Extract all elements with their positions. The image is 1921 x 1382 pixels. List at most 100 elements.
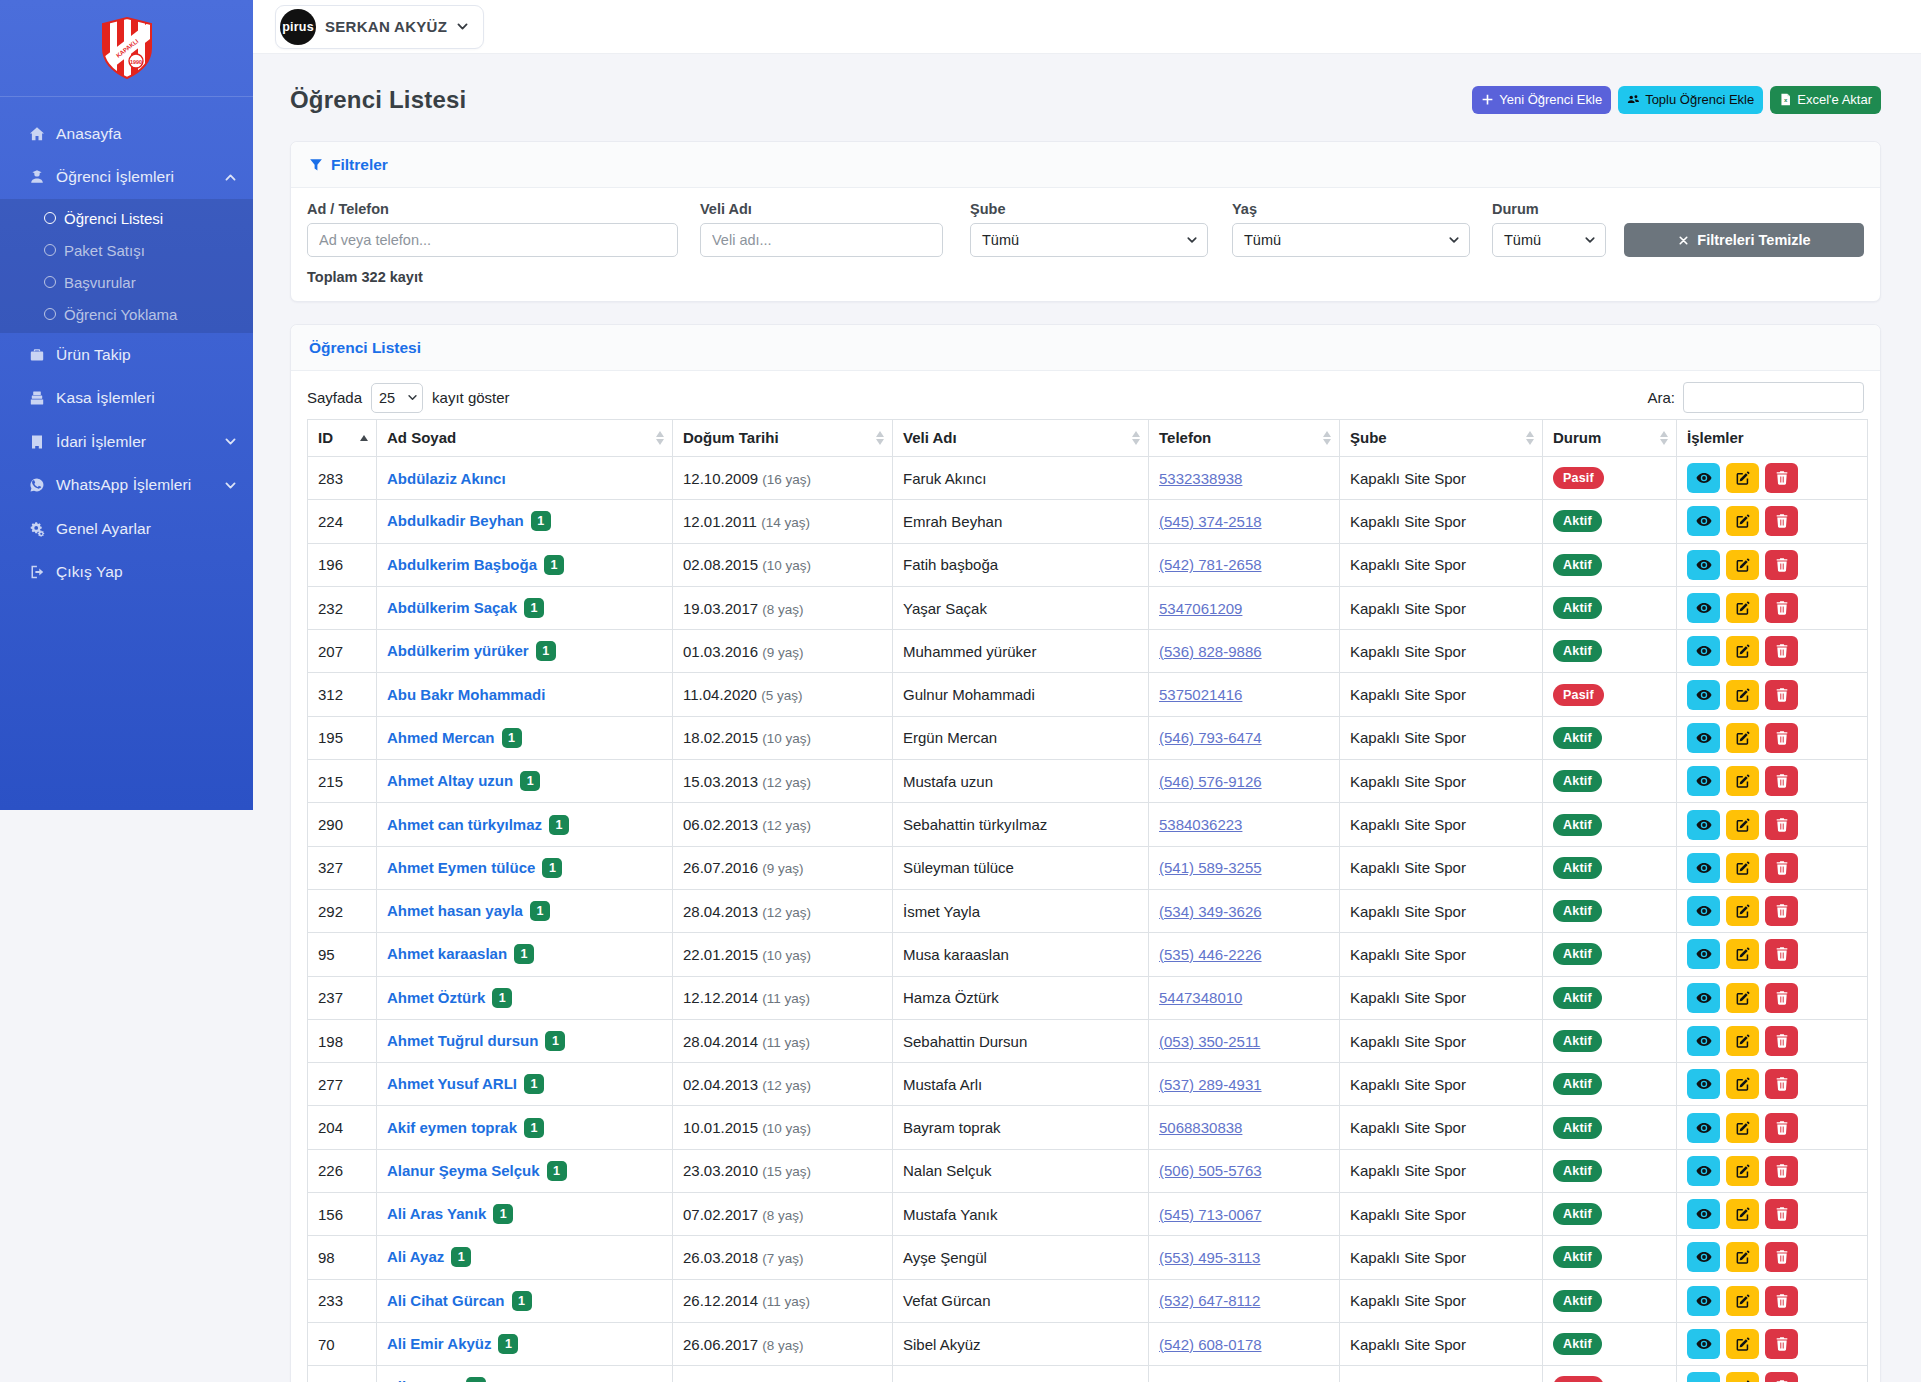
phone-link[interactable]: (506) 505-5763 (1159, 1162, 1262, 1179)
edit-button[interactable] (1726, 1199, 1759, 1229)
view-button[interactable] (1687, 983, 1720, 1013)
sidebar-item[interactable]: WhatsApp İşlemleri (0, 464, 253, 508)
phone-link[interactable]: (553) 495-3113 (1159, 1249, 1260, 1266)
student-name-link[interactable]: Ahmet Öztürk (387, 989, 485, 1006)
column-header-phone[interactable]: Telefon (1149, 420, 1340, 457)
sidebar-item[interactable]: Öğrenci İşlemleri (0, 156, 253, 200)
delete-button[interactable] (1765, 1069, 1798, 1099)
student-name-link[interactable]: Abu Bakr Mohammadi (387, 686, 545, 703)
delete-button[interactable] (1765, 896, 1798, 926)
view-button[interactable] (1687, 463, 1720, 493)
sidebar-item[interactable]: Ürün Takip (0, 333, 253, 377)
view-button[interactable] (1687, 810, 1720, 840)
student-name-link[interactable]: Ali Emir Akyüz (387, 1335, 491, 1352)
phone-link[interactable]: 5068830838 (1159, 1119, 1242, 1136)
delete-button[interactable] (1765, 853, 1798, 883)
edit-button[interactable] (1726, 1242, 1759, 1272)
search-input[interactable] (1683, 382, 1864, 413)
sidebar-item[interactable]: Kasa İşlemleri (0, 377, 253, 421)
view-button[interactable] (1687, 723, 1720, 753)
sidebar-item[interactable]: İdari İşlemler (0, 420, 253, 464)
edit-button[interactable] (1726, 636, 1759, 666)
delete-button[interactable] (1765, 550, 1798, 580)
view-button[interactable] (1687, 1026, 1720, 1056)
add-student-button[interactable]: Yeni Öğrenci Ekle (1472, 86, 1611, 114)
student-name-link[interactable]: Alanur Şeyma Selçuk (387, 1162, 540, 1179)
delete-button[interactable] (1765, 1372, 1798, 1382)
edit-button[interactable] (1726, 506, 1759, 536)
delete-button[interactable] (1765, 593, 1798, 623)
phone-link[interactable]: (545) 713-0067 (1159, 1206, 1262, 1223)
edit-button[interactable] (1726, 593, 1759, 623)
export-excel-button[interactable]: x Excel'e Aktar (1770, 86, 1881, 114)
view-button[interactable] (1687, 680, 1720, 710)
edit-button[interactable] (1726, 1329, 1759, 1359)
clear-filters-button[interactable]: Filtreleri Temizle (1624, 223, 1864, 257)
view-button[interactable] (1687, 1372, 1720, 1382)
bulk-add-button[interactable]: Toplu Öğrenci Ekle (1618, 86, 1763, 114)
delete-button[interactable] (1765, 983, 1798, 1013)
edit-button[interactable] (1726, 1069, 1759, 1099)
edit-button[interactable] (1726, 1372, 1759, 1382)
student-name-link[interactable]: Abdülaziz Akıncı (387, 470, 506, 487)
view-button[interactable] (1687, 1329, 1720, 1359)
edit-button[interactable] (1726, 983, 1759, 1013)
column-header-dob[interactable]: Doğum Tarihi (673, 420, 893, 457)
phone-link[interactable]: (542) 608-0178 (1159, 1336, 1262, 1353)
branch-select[interactable]: Tümü (970, 223, 1208, 257)
edit-button[interactable] (1726, 723, 1759, 753)
sidebar-subitem[interactable]: Öğrenci Listesi (0, 202, 253, 234)
delete-button[interactable] (1765, 939, 1798, 969)
edit-button[interactable] (1726, 853, 1759, 883)
view-button[interactable] (1687, 896, 1720, 926)
view-button[interactable] (1687, 1156, 1720, 1186)
column-header-id[interactable]: ID (308, 420, 377, 457)
phone-link[interactable]: (542) 781-2658 (1159, 556, 1262, 573)
student-name-link[interactable]: Ahmed Mercan (387, 729, 495, 746)
student-name-link[interactable]: Ahmet Eymen tülüce (387, 859, 535, 876)
view-button[interactable] (1687, 550, 1720, 580)
student-name-link[interactable]: Abdulkerim Başboğa (387, 556, 537, 573)
delete-button[interactable] (1765, 723, 1798, 753)
view-button[interactable] (1687, 1069, 1720, 1099)
phone-link[interactable]: 5347061209 (1159, 600, 1242, 617)
phone-link[interactable]: (053) 350-2511 (1159, 1033, 1260, 1050)
view-button[interactable] (1687, 1242, 1720, 1272)
edit-button[interactable] (1726, 550, 1759, 580)
column-header-branch[interactable]: Şube (1340, 420, 1543, 457)
delete-button[interactable] (1765, 1286, 1798, 1316)
student-name-link[interactable]: Ali Ayaz (387, 1248, 444, 1265)
sidebar-subitem[interactable]: Öğrenci Yoklama (0, 298, 253, 330)
column-header-name[interactable]: Ad Soyad (377, 420, 673, 457)
delete-button[interactable] (1765, 636, 1798, 666)
name-phone-input[interactable] (307, 223, 678, 257)
delete-button[interactable] (1765, 1242, 1798, 1272)
phone-link[interactable]: 5375021416 (1159, 686, 1242, 703)
phone-link[interactable]: (536) 828-9886 (1159, 643, 1262, 660)
delete-button[interactable] (1765, 1156, 1798, 1186)
edit-button[interactable] (1726, 463, 1759, 493)
student-name-link[interactable]: Abdülkerim Saçak (387, 599, 517, 616)
delete-button[interactable] (1765, 766, 1798, 796)
delete-button[interactable] (1765, 463, 1798, 493)
phone-link[interactable]: (545) 374-2518 (1159, 513, 1262, 530)
view-button[interactable] (1687, 506, 1720, 536)
edit-button[interactable] (1726, 1113, 1759, 1143)
column-header-status[interactable]: Durum (1543, 420, 1677, 457)
delete-button[interactable] (1765, 810, 1798, 840)
phone-link[interactable]: (532) 647-8112 (1159, 1292, 1260, 1309)
column-header-veli[interactable]: Veli Adı (893, 420, 1149, 457)
phone-link[interactable]: (537) 289-4931 (1159, 1076, 1262, 1093)
view-button[interactable] (1687, 1286, 1720, 1316)
delete-button[interactable] (1765, 1329, 1798, 1359)
sidebar-item[interactable]: Çıkış Yap (0, 551, 253, 595)
view-button[interactable] (1687, 593, 1720, 623)
sidebar-subitem[interactable]: Başvurular (0, 266, 253, 298)
status-select[interactable]: Tümü (1492, 223, 1606, 257)
age-select[interactable]: Tümü (1232, 223, 1470, 257)
view-button[interactable] (1687, 853, 1720, 883)
student-name-link[interactable]: Abdülkerim yürüker (387, 642, 529, 659)
student-name-link[interactable]: Ahmet Altay uzun (387, 772, 513, 789)
sidebar-item[interactable]: Genel Ayarlar (0, 507, 253, 551)
phone-link[interactable]: (541) 589-3255 (1159, 859, 1262, 876)
